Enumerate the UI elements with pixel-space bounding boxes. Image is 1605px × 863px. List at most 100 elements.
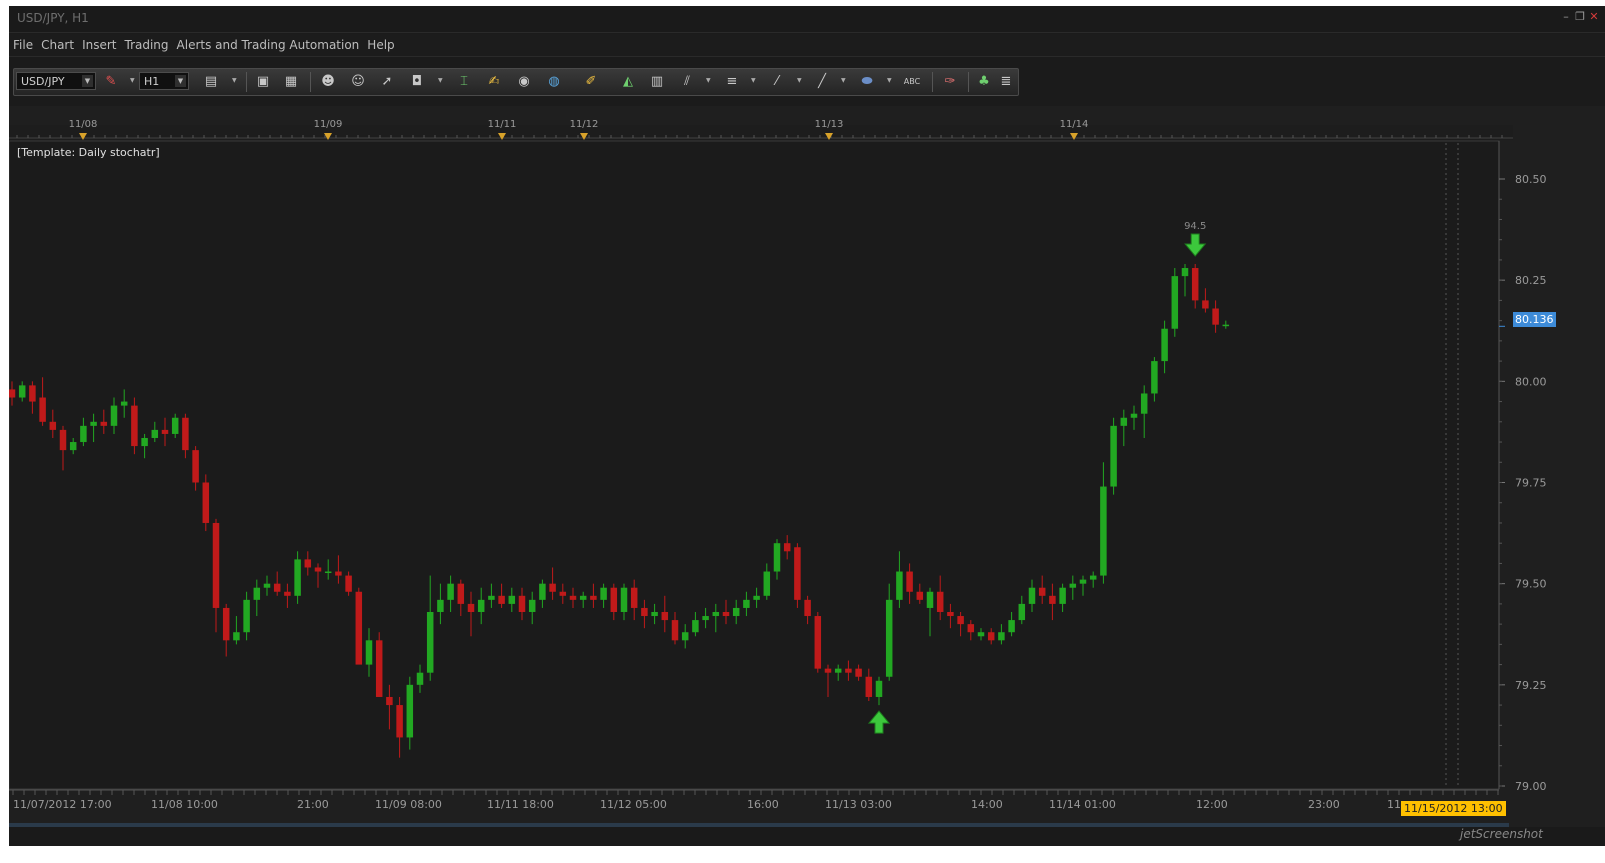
candle-body — [722, 611, 730, 617]
y-tick-label: 80.00 — [1515, 375, 1547, 388]
window-title: USD/JPY, H1 — [17, 11, 89, 25]
note-icon[interactable]: ✍ — [485, 73, 503, 90]
chevron-down-icon[interactable]: ▼ — [887, 77, 892, 84]
lines-icon[interactable]: ≡ — [723, 73, 741, 90]
eye-icon[interactable]: ◉ — [515, 73, 533, 90]
cursor-icon[interactable]: ➚ — [378, 73, 396, 90]
menu-help[interactable]: Help — [363, 34, 398, 52]
candle-body — [29, 385, 36, 402]
symbol-select[interactable]: USD/JPY ▼ — [16, 72, 96, 90]
chevron-down-icon[interactable]: ▼ — [751, 77, 756, 84]
candle-body — [1120, 417, 1128, 426]
candle-body — [304, 559, 312, 568]
line-icon[interactable]: ╱ — [813, 73, 831, 90]
candle-body — [161, 429, 169, 434]
candle-body — [182, 417, 189, 451]
window-icon[interactable]: ▥ — [648, 73, 666, 90]
bar-icon[interactable]: ▤ — [202, 73, 220, 90]
candle-body — [641, 607, 648, 617]
x-tick-label: 16:00 — [747, 798, 779, 811]
candle-body — [518, 595, 526, 612]
menu-alerts[interactable]: Alerts and Trading Automation — [173, 34, 364, 52]
x-tick-label: 23:00 — [1308, 798, 1340, 811]
chevron-down-icon[interactable]: ▼ — [130, 77, 135, 84]
ellipse-icon[interactable]: ⬬ — [858, 73, 876, 90]
chevron-down-icon[interactable]: ▼ — [438, 77, 443, 84]
current-time-tag: 11/15/2012 13:00 — [1401, 801, 1506, 816]
fibonacci-icon[interactable]: ⫽ — [678, 73, 696, 90]
ruler-icon[interactable]: ✐ — [582, 73, 600, 90]
x-tick-label: 11/12 05:00 — [600, 798, 667, 811]
candle-body — [692, 620, 699, 633]
candle-body — [600, 587, 607, 600]
x-tick-label: 11/13 03:00 — [825, 798, 892, 811]
candle-body — [712, 611, 720, 617]
zoom-icon[interactable]: ◘ — [408, 73, 426, 90]
text-icon[interactable]: ABC — [903, 73, 921, 90]
chart-type-icon[interactable]: ✎ — [102, 73, 120, 90]
candle-body — [651, 611, 658, 617]
candle-body — [1049, 595, 1056, 604]
restore-button[interactable]: ❐ — [1573, 10, 1587, 23]
chevron-down-icon[interactable]: ▼ — [841, 77, 846, 84]
toolbar-separator — [968, 72, 969, 92]
tree-icon[interactable]: ♣ — [975, 73, 993, 90]
candle-body — [1069, 583, 1077, 588]
candle-body — [681, 632, 689, 641]
chevron-down-icon[interactable]: ▼ — [232, 77, 237, 84]
menu-icon[interactable]: ≣ — [1000, 73, 1012, 90]
candle-body — [365, 640, 373, 665]
chart-icon[interactable]: ◭ — [619, 73, 637, 90]
bottom-navigator[interactable] — [9, 827, 1605, 846]
menu-file[interactable]: File — [9, 34, 37, 52]
candle-body — [620, 587, 628, 612]
candle-body — [1212, 308, 1219, 325]
eraser-icon[interactable]: ✑ — [941, 73, 959, 90]
candle-body — [488, 595, 495, 600]
top-date-label: 11/11 — [488, 119, 517, 130]
candle-body — [630, 587, 638, 608]
toolbar-separator — [246, 72, 247, 92]
candle-body — [753, 595, 760, 600]
current-price-tag: 80.136 — [1513, 312, 1556, 327]
candle-body — [1089, 575, 1097, 580]
candle-body — [141, 437, 148, 447]
y-tick-label: 79.25 — [1515, 679, 1547, 692]
candle-body — [845, 668, 852, 673]
candle-body — [1191, 268, 1199, 301]
candle-body — [549, 583, 556, 592]
timeframe-select[interactable]: H1 ▼ — [139, 72, 189, 90]
chevron-down-icon[interactable]: ▼ — [797, 77, 802, 84]
candle-body — [263, 583, 271, 588]
candle-icon[interactable]: ▣ — [254, 73, 272, 90]
globe-icon[interactable]: ◍ — [545, 73, 563, 90]
candlestick-chart[interactable]: 11/08 11/09 11/11 11/12 11/13 11/14 [Template:… — [9, 111, 1605, 827]
y-tick-label: 79.50 — [1515, 578, 1547, 591]
candle-body — [1110, 425, 1117, 487]
candle-body — [1161, 328, 1168, 362]
title-bar: USD/JPY, H1 – ❐ ✕ — [9, 6, 1605, 33]
candle-body — [987, 632, 995, 641]
x-tick-label: 12:00 — [1196, 798, 1228, 811]
candle-body — [120, 401, 128, 406]
window-controls: – ❐ ✕ — [1559, 10, 1601, 23]
minimize-button[interactable]: – — [1559, 10, 1573, 23]
candle-body — [794, 547, 801, 600]
menu-trading[interactable]: Trading — [121, 34, 173, 52]
menu-chart[interactable]: Chart — [37, 34, 78, 52]
window-icon[interactable]: ▦ — [282, 73, 300, 90]
user-settings-icon[interactable]: ☺ — [349, 73, 367, 90]
candle-body — [406, 684, 414, 738]
user-icon[interactable]: ☻ — [319, 73, 337, 90]
candle-body — [1028, 587, 1036, 604]
candle-body — [18, 385, 26, 398]
close-button[interactable]: ✕ — [1587, 10, 1601, 23]
crosshair-icon[interactable]: ⌶ — [455, 73, 473, 90]
candle-body — [732, 607, 740, 617]
chart-window: USD/JPY, H1 – ❐ ✕ File Chart Insert Trading Al… — [9, 6, 1605, 846]
pen-icon[interactable]: ⁄ — [768, 73, 786, 90]
chevron-down-icon[interactable]: ▼ — [706, 77, 711, 84]
candle-body — [834, 668, 842, 673]
menu-insert[interactable]: Insert — [78, 34, 120, 52]
chart-area[interactable]: 11/08 11/09 11/11 11/12 11/13 11/14 [Template:… — [9, 111, 1605, 827]
